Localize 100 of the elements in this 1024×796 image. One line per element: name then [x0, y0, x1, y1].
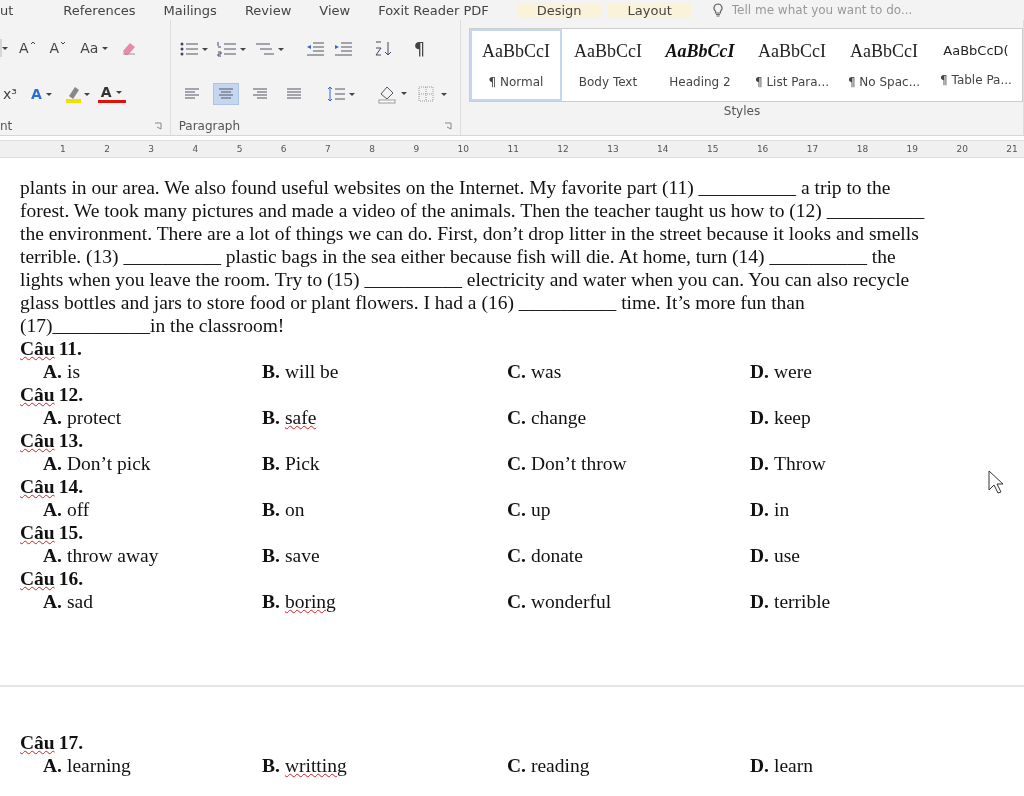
question-label: Câu — [20, 338, 55, 359]
option-letter: D. — [750, 755, 769, 776]
style-item[interactable]: AaBbCcI Heading 2 — [654, 29, 746, 101]
question-number: 12. — [58, 384, 84, 405]
option-letter: C. — [507, 591, 526, 612]
option-text: sad — [66, 591, 93, 612]
caret-icon — [114, 90, 123, 97]
up-chevron-icon — [29, 40, 36, 47]
question-label: Câu — [20, 732, 55, 753]
option-letter: D. — [750, 407, 769, 428]
grow-font-button[interactable]: A — [16, 40, 39, 57]
style-item[interactable]: AaBbCcI ¶ No Spac... — [838, 29, 930, 101]
ribbon-tab[interactable]: Review — [244, 2, 320, 18]
option-text: Don’t throw — [530, 453, 627, 474]
superscript-button[interactable]: x³ — [0, 85, 20, 102]
option-text: were — [773, 361, 812, 382]
option-letter: A. — [43, 361, 62, 382]
option-text: use — [773, 545, 800, 566]
shading-icon[interactable] — [376, 84, 409, 104]
dialog-launcher-icon[interactable] — [444, 122, 452, 130]
style-item[interactable]: AaBbCcI ¶ List Para... — [746, 29, 838, 101]
option-text: throw away — [66, 545, 159, 566]
question-number: 14. — [58, 476, 84, 497]
question-label: Câu — [20, 384, 55, 405]
option-text: learn — [773, 755, 813, 776]
alignment-icon — [285, 87, 302, 101]
ribbon-tab[interactable]: Design — [516, 2, 602, 18]
option-letter: A. — [43, 453, 62, 474]
ribbon-tab[interactable]: References — [63, 2, 164, 18]
option-letter: C. — [507, 407, 526, 428]
option-letter: D. — [750, 591, 769, 612]
option-letter: B. — [262, 755, 280, 776]
option-letter: B. — [262, 591, 280, 612]
question-number: 13. — [58, 430, 84, 451]
option-text: donate — [530, 545, 583, 566]
line-spacing-icon[interactable] — [326, 85, 357, 103]
option-text: Pick — [284, 453, 320, 474]
question-label: Câu — [20, 568, 55, 589]
option-letter: A. — [43, 591, 62, 612]
numbering-icon[interactable] — [216, 39, 247, 58]
ribbon-tab[interactable]: ut — [0, 2, 64, 18]
option-letter: C. — [507, 499, 526, 520]
question-number: 16. — [58, 568, 84, 589]
option-letter: B. — [262, 453, 280, 474]
option-letter: C. — [507, 453, 526, 474]
option-letter: D. — [750, 453, 769, 474]
style-item[interactable]: AaBbCcD( ¶ Table Pa... — [930, 29, 1022, 101]
dialog-launcher-icon[interactable] — [153, 122, 162, 130]
group-label: nt — [0, 119, 13, 133]
borders-icon[interactable] — [416, 85, 449, 103]
option-letter: B. — [262, 407, 280, 428]
option-text: will be — [284, 361, 339, 382]
sort-icon[interactable] — [372, 39, 393, 58]
question-label: Câu — [20, 430, 55, 451]
ruler: 1 2 3 4 5 6 7 8 9 10 11 12 13 14 15 16 17 18 19 20 21 — [0, 140, 1024, 158]
ribbon-tab[interactable]: View — [319, 2, 379, 18]
ribbon-tab[interactable]: Mailings — [163, 2, 245, 18]
align-button[interactable] — [212, 83, 239, 105]
option-text: Throw — [773, 453, 826, 474]
caret-icon — [44, 91, 53, 98]
passage-line: forest. We took many pictures and made a video of the animals. Then the teacher taught us how to (12) __________ — [20, 199, 926, 222]
text-effects-button[interactable]: A — [27, 85, 56, 102]
lightbulb-icon — [711, 3, 724, 17]
option-text: in — [773, 499, 790, 520]
passage-line: the environment. There are a lot of things we can do. First, don’t drop litter in the street because it looks and smells — [20, 222, 920, 245]
option-letter: A. — [43, 545, 62, 566]
option-letter: A. — [43, 407, 62, 428]
font-color-button[interactable]: A — [97, 84, 126, 104]
option-letter: B. — [262, 499, 280, 520]
style-item[interactable]: AaBbCcI Body Text — [562, 29, 654, 101]
tell-me-field[interactable]: Tell me what you want to do... — [711, 2, 954, 18]
change-case-button[interactable]: Aa — [77, 40, 113, 57]
option-text: save — [284, 545, 320, 566]
passage-line: (17)__________in the classroom! — [20, 314, 286, 337]
increase-indent-icon[interactable] — [332, 39, 353, 58]
option-text: safe — [284, 407, 317, 428]
option-text: wonderful — [530, 591, 612, 612]
option-text: on — [284, 499, 305, 520]
option-letter: B. — [262, 361, 280, 382]
style-item[interactable]: AaBbCcI ¶ Normal — [470, 29, 562, 101]
dropdown-caret-icon[interactable] — [0, 39, 8, 58]
option-text: change — [530, 407, 587, 428]
question-label: Câu — [20, 522, 55, 543]
option-text: up — [530, 499, 551, 520]
question-number: 15. — [58, 522, 84, 543]
group-label: Styles — [723, 104, 761, 118]
option-letter: D. — [750, 499, 769, 520]
shrink-font-button[interactable]: A — [46, 40, 70, 57]
option-text: was — [530, 361, 562, 382]
down-chevron-icon — [60, 40, 67, 47]
ribbon-tab[interactable]: Layout — [607, 2, 692, 18]
question-number: 11. — [58, 338, 82, 359]
ribbon-tab[interactable]: Foxit Reader PDF — [378, 2, 517, 18]
option-text: learning — [66, 755, 131, 776]
option-text: terrible — [773, 591, 831, 612]
option-text: writting — [284, 755, 347, 776]
decrease-indent-icon[interactable] — [304, 39, 325, 58]
mouse-pointer-icon — [988, 470, 1004, 494]
show-formatting-button[interactable]: ¶ — [410, 38, 429, 59]
option-letter: D. — [750, 361, 769, 382]
